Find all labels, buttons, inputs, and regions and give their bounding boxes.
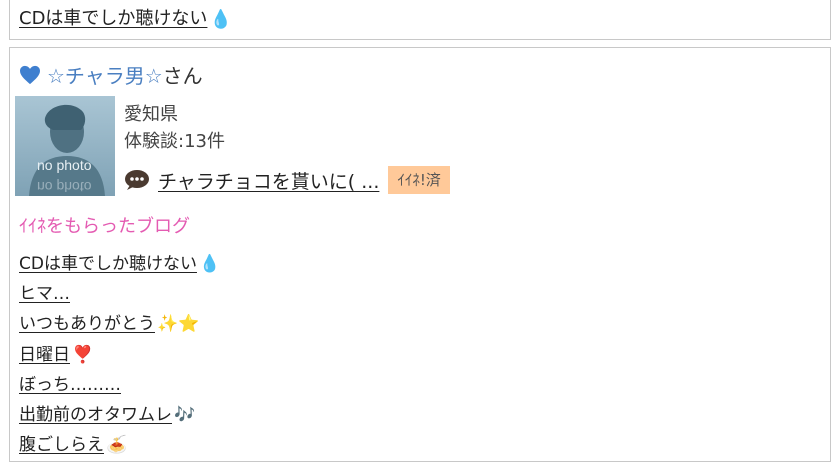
user-name-link[interactable]: ☆チャラ男☆ (47, 60, 163, 89)
prefecture: 愛知県 (124, 104, 178, 125)
music-notes-icon: 🎶 (174, 405, 196, 426)
liked-blogs-heading: ｲｲﾈをもらったブログ (19, 216, 190, 237)
water-drop-icon: 💧 (209, 8, 232, 30)
blog-link[interactable]: CDは車でしか聴けない 💧 (19, 249, 220, 274)
list-item: ヒマ… (19, 276, 220, 306)
previous-card: CDは車でしか聴けない 💧 (9, 0, 831, 40)
blog-link[interactable]: 日曜日 ❣️ (19, 340, 93, 365)
top-blog-link-label: CDは車でしか聴けない (19, 8, 208, 29)
user-header: ☆チャラ男☆ さん (19, 60, 203, 89)
latest-post: チャラチョコを貰いに( ... ｲｲﾈ!済 (124, 166, 450, 194)
list-item: CDは車でしか聴けない 💧 (19, 246, 220, 276)
list-item: いつもありがとう ✨⭐ (19, 307, 220, 337)
sparkle-star-icon: ✨⭐ (157, 314, 200, 335)
heart-icon (20, 65, 40, 84)
user-card: ☆チャラ男☆ さん no photo no photo 愛知県 体験談:13件 (9, 47, 831, 462)
experience-count: 体験談:13件 (124, 131, 225, 152)
water-drop-icon: 💧 (198, 253, 221, 274)
blog-link[interactable]: 腹ごしらえ 🍝 (19, 430, 127, 455)
like-done-badge: ｲｲﾈ!済 (388, 166, 450, 194)
profile-info: 愛知県 体験談:13件 (124, 101, 225, 155)
photo-label: no photo (37, 157, 92, 173)
avatar[interactable]: no photo no photo (15, 96, 115, 196)
liked-blogs-list: CDは車でしか聴けない 💧 ヒマ… いつもありがとう ✨⭐ 日曜日 ❣️ ぼっち………… (19, 246, 220, 458)
user-name-suffix: さん (162, 64, 203, 88)
blog-link[interactable]: ぼっち……… (19, 370, 123, 395)
svg-text:no photo: no photo (37, 179, 92, 195)
heart-exclamation-icon: ❣️ (72, 344, 94, 365)
list-item: 出勤前のオタワムレ 🎶 (19, 397, 220, 427)
blog-link[interactable]: ヒマ… (19, 279, 72, 304)
list-item: 腹ごしらえ 🍝 (19, 428, 220, 458)
latest-post-link[interactable]: チャラチョコを貰いに( ... (158, 167, 379, 194)
pasta-icon: 🍝 (106, 435, 128, 456)
list-item: 日曜日 ❣️ (19, 337, 220, 367)
list-item: ぼっち……… (19, 367, 220, 397)
speech-bubble-icon (125, 170, 149, 190)
blog-link[interactable]: 出勤前のオタワムレ 🎶 (19, 400, 195, 425)
top-blog-link[interactable]: CDは車でしか聴けない 💧 (19, 4, 232, 30)
blog-link[interactable]: いつもありがとう ✨⭐ (19, 309, 199, 334)
